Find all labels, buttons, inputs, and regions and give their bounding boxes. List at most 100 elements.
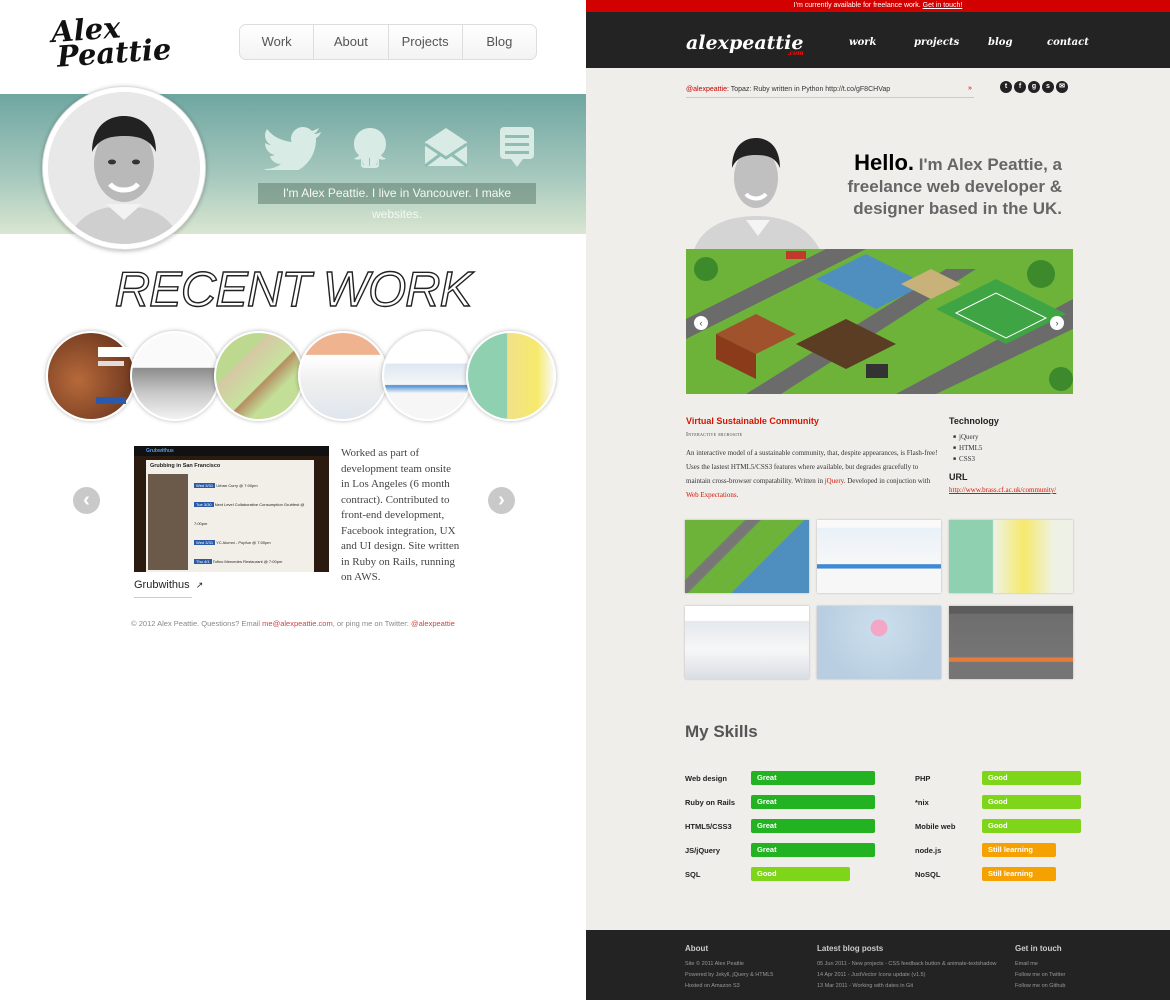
mail-envelope-icon[interactable] xyxy=(422,126,470,168)
nav-blog[interactable]: Blog xyxy=(463,25,536,59)
portfolio-welcome-thumb[interactable] xyxy=(949,520,1073,593)
footer-email-link[interactable]: me@alexpeattie.com xyxy=(262,619,333,628)
project-prepcode-thumb[interactable] xyxy=(382,331,472,421)
screenshot-event: Tofino Mercedes Restaurant @ 7:00pm xyxy=(212,559,283,564)
get-in-touch-link[interactable]: Get in touch! xyxy=(923,2,963,9)
project-welcome-thumb[interactable] xyxy=(466,331,556,421)
avatar-photo xyxy=(48,92,200,244)
logo-text: alexpeattie xyxy=(686,32,804,54)
screenshot-date: Wed 3/31 xyxy=(194,540,216,545)
footer-about-line: Hosted on Amazon S3 xyxy=(685,983,740,989)
project-subtitle: Interactive microsite xyxy=(686,432,743,438)
web-expectations-link[interactable]: Web Expectations xyxy=(686,491,737,499)
project-slider[interactable] xyxy=(686,249,1073,394)
footer-about-heading: About xyxy=(685,944,709,953)
tweet-handle-link[interactable]: @alexpeattie xyxy=(686,86,727,93)
footer-text: © 2012 Alex Peattie. Questions? Email xyxy=(131,619,263,628)
project-url-link[interactable]: http://www.brass.cf.ac.uk/community/ xyxy=(949,486,1056,494)
facebook-icon[interactable]: f xyxy=(1014,81,1026,93)
screenshot-date: Wed 3/31 xyxy=(194,483,216,488)
footer-twitter-link[interactable]: @alexpeattie xyxy=(411,619,455,628)
availability-banner: I'm currently available for freelance wo… xyxy=(586,0,1170,12)
right-site: I'm currently available for freelance wo… xyxy=(586,0,1170,1000)
nav-work[interactable]: Work xyxy=(240,25,315,59)
skill-name: SQL xyxy=(685,870,701,879)
project-virtual-farm-thumb[interactable] xyxy=(214,331,304,421)
site-logo-right[interactable]: alexpeattie .com xyxy=(686,32,804,57)
skill-level-bar: Great xyxy=(751,795,875,809)
right-footer: About Site © 2011 Alex Peattie Powered b… xyxy=(586,930,1170,1000)
screenshot-date: Thu 4/1 xyxy=(194,559,212,564)
next-project-button[interactable]: › xyxy=(488,487,515,514)
skill-level-bar: Still learning xyxy=(982,843,1056,857)
nav-projects-right[interactable]: projects xyxy=(914,37,959,48)
project-title: Virtual Sustainable Community xyxy=(686,416,819,426)
intro-text: Hello. I'm Alex Peattie, a freelance web… xyxy=(816,152,1062,220)
technology-list: jQuery HTML5 CSS3 xyxy=(953,432,982,465)
footer-blog-link[interactable]: 13 Mar 2011 - Working with dates in Git xyxy=(817,981,996,992)
isometric-town-illustration xyxy=(686,249,1073,394)
footer-about: About Site © 2011 Alex Peattie Powered b… xyxy=(685,944,773,992)
site-header: alexpeattie .com work projects blog cont… xyxy=(586,12,1170,68)
screenshot-event: Urban Curry @ 7:00pm xyxy=(216,483,258,488)
skill-level-bar: Good xyxy=(982,771,1081,785)
featured-project-link[interactable]: Grubwithus ↗ xyxy=(134,579,203,591)
chat-bubble-icon[interactable] xyxy=(499,126,535,168)
jquery-link[interactable]: jQuery xyxy=(825,477,844,485)
twitter-bird-icon[interactable] xyxy=(263,126,323,170)
skill-level-bar: Great xyxy=(751,819,875,833)
portfolio-energy-thumb[interactable] xyxy=(949,606,1073,679)
nav-contact-right[interactable]: contact xyxy=(1047,37,1089,48)
portfolio-farm-thumb[interactable] xyxy=(685,520,809,593)
footer-contact-link[interactable]: Follow me on Twitter xyxy=(1015,970,1065,981)
footer-contact-link[interactable]: Email me xyxy=(1015,959,1065,970)
skill-name: Web design xyxy=(685,774,727,783)
featured-project-name: Grubwithus xyxy=(134,579,190,591)
left-footer: © 2012 Alex Peattie. Questions? Email me… xyxy=(0,619,586,628)
availability-text: I'm currently available for freelance wo… xyxy=(793,2,923,9)
footer-blog-link[interactable]: 05 Jun 2011 - New projects - CSS feedbac… xyxy=(817,959,996,970)
google-icon[interactable]: g xyxy=(1028,81,1040,93)
tweet-more-link[interactable]: » xyxy=(968,85,972,92)
screenshot-event: YC Alumni - Popfun @ 7:00pm xyxy=(216,540,271,545)
skill-name: node.js xyxy=(915,846,942,855)
project-lobby-thumb[interactable] xyxy=(298,331,388,421)
twitter-icon[interactable]: t xyxy=(1000,81,1012,93)
technology-item: HTML5 xyxy=(953,443,982,454)
main-nav: Work About Projects Blog xyxy=(239,24,537,60)
footer-about-line: Powered by Jekyll, jQuery & HTML5 xyxy=(685,972,774,978)
prev-project-button[interactable]: ‹ xyxy=(73,487,100,514)
portfolio-prepcode-thumb[interactable] xyxy=(817,520,941,593)
featured-project-screenshot[interactable]: Grubwithus Grubbing in San Francisco Wed… xyxy=(134,446,329,572)
technology-item: CSS3 xyxy=(953,454,982,465)
footer-about-line: Site © 2011 Alex Peattie xyxy=(685,961,744,967)
technology-item: jQuery xyxy=(953,432,982,443)
nav-about[interactable]: About xyxy=(314,25,389,59)
skype-icon[interactable]: s xyxy=(1042,81,1054,93)
portfolio-greenues-thumb[interactable] xyxy=(817,606,941,679)
project-description: An interactive model of a sustainable co… xyxy=(686,446,938,502)
skill-name: Ruby on Rails xyxy=(685,798,736,807)
site-logo[interactable]: Alex Peattie xyxy=(50,10,172,73)
skills-heading: My Skills xyxy=(685,722,758,741)
logo-suffix: .com xyxy=(787,50,804,57)
footer-contact-heading: Get in touch xyxy=(1015,944,1062,953)
skill-level-bar: Great xyxy=(751,771,875,785)
skill-level-bar: Still learning xyxy=(982,867,1056,881)
project-hello-thumb[interactable] xyxy=(46,331,138,421)
nav-projects[interactable]: Projects xyxy=(389,25,463,59)
project-bingo-thumb[interactable] xyxy=(130,331,220,421)
nav-blog-right[interactable]: blog xyxy=(988,37,1012,48)
footer-blog-link[interactable]: 14 Apr 2011 - JustVector Icons update (v… xyxy=(817,970,996,981)
slider-prev-button[interactable]: ‹ xyxy=(694,316,708,330)
portfolio-brass-thumb[interactable] xyxy=(685,606,809,679)
slider-next-button[interactable]: › xyxy=(1050,316,1064,330)
skill-level-bar: Good xyxy=(751,867,850,881)
latest-tweet: @alexpeattie: Topaz: Ruby written in Pyt… xyxy=(686,86,890,93)
avatar xyxy=(42,86,206,250)
tweet-text: : Topaz: Ruby written in Python http://t… xyxy=(726,86,891,93)
github-octocat-icon[interactable] xyxy=(349,126,391,170)
nav-work-right[interactable]: work xyxy=(849,37,876,48)
footer-contact-link[interactable]: Follow me on Github xyxy=(1015,981,1065,992)
email-icon[interactable]: ✉ xyxy=(1056,81,1068,93)
